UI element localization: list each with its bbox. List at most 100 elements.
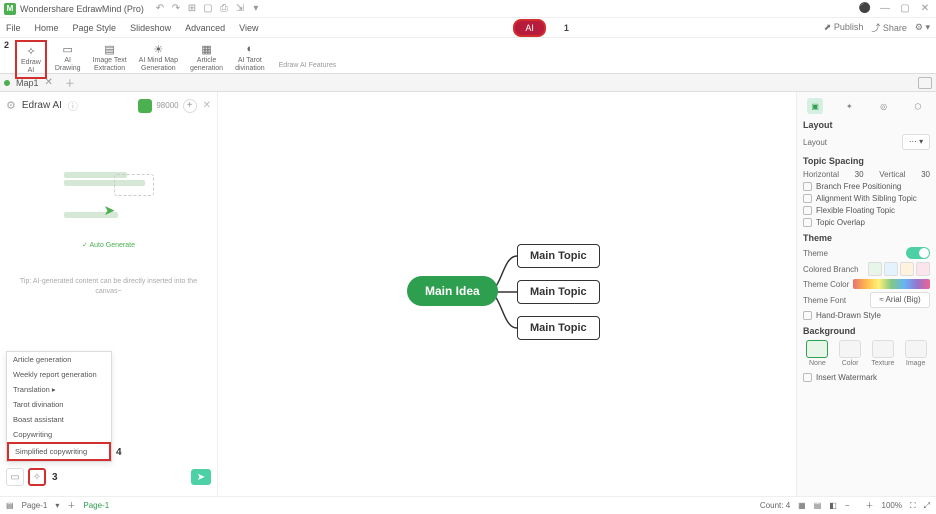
options-button[interactable]: ⚙ ▾ xyxy=(915,22,930,33)
ribbon-image-text-extraction[interactable]: ▤Image Text Extraction xyxy=(89,40,131,79)
add-tokens-button[interactable]: + xyxy=(183,99,197,113)
ai-menu-translation[interactable]: Translation ▸ xyxy=(7,382,111,397)
ai-menu-simplified-copywriting[interactable]: Simplified copywriting xyxy=(7,442,111,461)
bg-opt-label: None xyxy=(809,360,826,367)
ribbon-edraw-ai[interactable]: ✧Edraw AI xyxy=(15,40,47,79)
main-idea-node[interactable]: Main Idea xyxy=(407,276,498,306)
ribbon-label: AI Drawing xyxy=(55,57,81,73)
format-tab-style-icon[interactable]: ▣ xyxy=(807,98,823,114)
vertical-value[interactable]: 30 xyxy=(921,170,930,179)
callout-3: 3 xyxy=(52,472,58,483)
menu-view[interactable]: View xyxy=(239,23,258,33)
zoom-out-icon[interactable]: − xyxy=(845,501,850,510)
theme-color-picker[interactable] xyxy=(853,279,930,289)
page-menu-icon[interactable]: ▤ xyxy=(6,501,14,510)
panel-toggle-icon[interactable] xyxy=(918,77,932,89)
fullscreen-icon[interactable]: ⤢ xyxy=(924,501,930,511)
info-icon[interactable]: ⓘ xyxy=(68,98,78,113)
ribbon-ai-drawing[interactable]: ▭AI Drawing xyxy=(51,40,85,79)
ai-mode-2-button[interactable]: ✧ xyxy=(28,468,46,486)
bg-opt-label: Texture xyxy=(871,360,894,367)
tab-add-icon[interactable]: ＋ xyxy=(65,75,75,90)
canvas[interactable]: Main Idea Main Topic Main Topic Main Top… xyxy=(218,92,796,496)
maximize-icon[interactable]: ▢ xyxy=(898,3,912,14)
swatch-4[interactable] xyxy=(916,262,930,276)
section-layout: Layout xyxy=(803,120,930,130)
zoom-in-icon[interactable]: ＋ xyxy=(866,500,874,511)
menu-ai[interactable]: AI xyxy=(513,19,546,37)
ai-send-button[interactable]: ➤ xyxy=(191,469,211,485)
topic-node-1[interactable]: Main Topic xyxy=(517,244,600,268)
share-button[interactable]: ⤴ Share xyxy=(871,21,907,34)
page-name[interactable]: Page-1 xyxy=(22,501,48,510)
menu-home[interactable]: Home xyxy=(35,23,59,33)
view-2-icon[interactable]: ▤ xyxy=(814,501,822,510)
theme-toggle[interactable] xyxy=(906,247,930,259)
theme-font-select[interactable]: ≈ Arial (Big) xyxy=(870,292,930,308)
print-icon[interactable]: ⎙ xyxy=(218,3,230,15)
bg-option-none[interactable]: None xyxy=(803,340,832,367)
ribbon-label: Image Text Extraction xyxy=(93,57,127,73)
chk-branch-free[interactable] xyxy=(803,182,812,191)
horizontal-value[interactable]: 30 xyxy=(855,170,864,179)
format-tab-effect-icon[interactable]: ✦ xyxy=(841,98,857,114)
ai-menu-tarot-divination[interactable]: Tarot divination xyxy=(7,397,111,412)
new-icon[interactable]: ⊞ xyxy=(186,3,198,15)
layout-select[interactable]: ⋯ ▾ xyxy=(902,134,930,150)
tab-close-icon[interactable]: ✕ xyxy=(45,77,53,88)
open-icon[interactable]: ▢ xyxy=(202,3,214,15)
minimize-icon[interactable]: — xyxy=(878,3,892,14)
view-3-icon[interactable]: ◧ xyxy=(829,501,837,510)
horizontal-label: Horizontal xyxy=(803,170,839,179)
ribbon-ai-mind-map-generation[interactable]: ☀AI Mind Map Generation xyxy=(135,40,182,79)
chk-overlap[interactable] xyxy=(803,218,812,227)
chk-alignment[interactable] xyxy=(803,194,812,203)
bg-option-color[interactable]: Color xyxy=(836,340,865,367)
theme-label: Theme xyxy=(803,249,828,258)
swatch-2[interactable] xyxy=(884,262,898,276)
format-tab-topic-icon[interactable]: ◎ xyxy=(876,98,892,114)
chk-watermark-label: Insert Watermark xyxy=(816,373,877,382)
bg-thumb-icon xyxy=(872,340,894,358)
ai-panel-close-icon[interactable]: ✕ xyxy=(203,100,211,111)
format-tab-more-icon[interactable]: ⬡ xyxy=(910,98,926,114)
page-dropdown-icon[interactable]: ▾ xyxy=(55,501,59,510)
page-add-icon[interactable]: ＋ xyxy=(67,500,75,511)
publish-button[interactable]: ⬈ Publish xyxy=(824,22,864,33)
bg-option-image[interactable]: Image xyxy=(901,340,930,367)
ribbon-ai-tarot-divination[interactable]: ◐AI Tarot divination xyxy=(231,40,269,79)
ai-mode-1-button[interactable]: ▭ xyxy=(6,468,24,486)
zoom-value[interactable]: 100% xyxy=(882,501,902,510)
ai-action-menu: Article generationWeekly report generati… xyxy=(6,351,112,462)
swatch-3[interactable] xyxy=(900,262,914,276)
fit-icon[interactable]: ⛶ xyxy=(910,501,916,511)
topic-node-3[interactable]: Main Topic xyxy=(517,316,600,340)
document-tab[interactable]: Map1 xyxy=(16,78,39,88)
topic-node-2[interactable]: Main Topic xyxy=(517,280,600,304)
ai-menu-article-generation[interactable]: Article generation xyxy=(7,352,111,367)
ai-settings-icon[interactable]: ⚙ xyxy=(6,99,16,112)
ribbon-article-generation[interactable]: ▦Article generation xyxy=(186,40,227,79)
bg-thumb-icon xyxy=(905,340,927,358)
ai-menu-weekly-report-generation[interactable]: Weekly report generation xyxy=(7,367,111,382)
menu-page-style[interactable]: Page Style xyxy=(73,23,117,33)
swatch-1[interactable] xyxy=(868,262,882,276)
menu-slideshow[interactable]: Slideshow xyxy=(130,23,171,33)
ai-menu-boast-assistant[interactable]: Boast assistant xyxy=(7,412,111,427)
ai-panel-title: Edraw AI xyxy=(22,100,62,111)
view-1-icon[interactable]: ▦ xyxy=(798,501,806,510)
close-window-icon[interactable]: ✕ xyxy=(918,3,932,14)
chk-hand-drawn[interactable] xyxy=(803,311,812,320)
menu-advanced[interactable]: Advanced xyxy=(185,23,225,33)
ai-menu-copywriting[interactable]: Copywriting xyxy=(7,427,111,442)
qat-more-icon[interactable]: ▾ xyxy=(250,3,262,15)
redo-icon[interactable]: ↷ xyxy=(170,3,182,15)
chk-flexible[interactable] xyxy=(803,206,812,215)
bg-option-texture[interactable]: Texture xyxy=(869,340,898,367)
chk-flexible-label: Flexible Floating Topic xyxy=(816,206,895,215)
chk-watermark[interactable] xyxy=(803,373,812,382)
account-icon[interactable]: ⚫ xyxy=(858,3,872,14)
export-icon[interactable]: ⇲ xyxy=(234,3,246,15)
menu-file[interactable]: File xyxy=(6,23,21,33)
undo-icon[interactable]: ↶ xyxy=(154,3,166,15)
